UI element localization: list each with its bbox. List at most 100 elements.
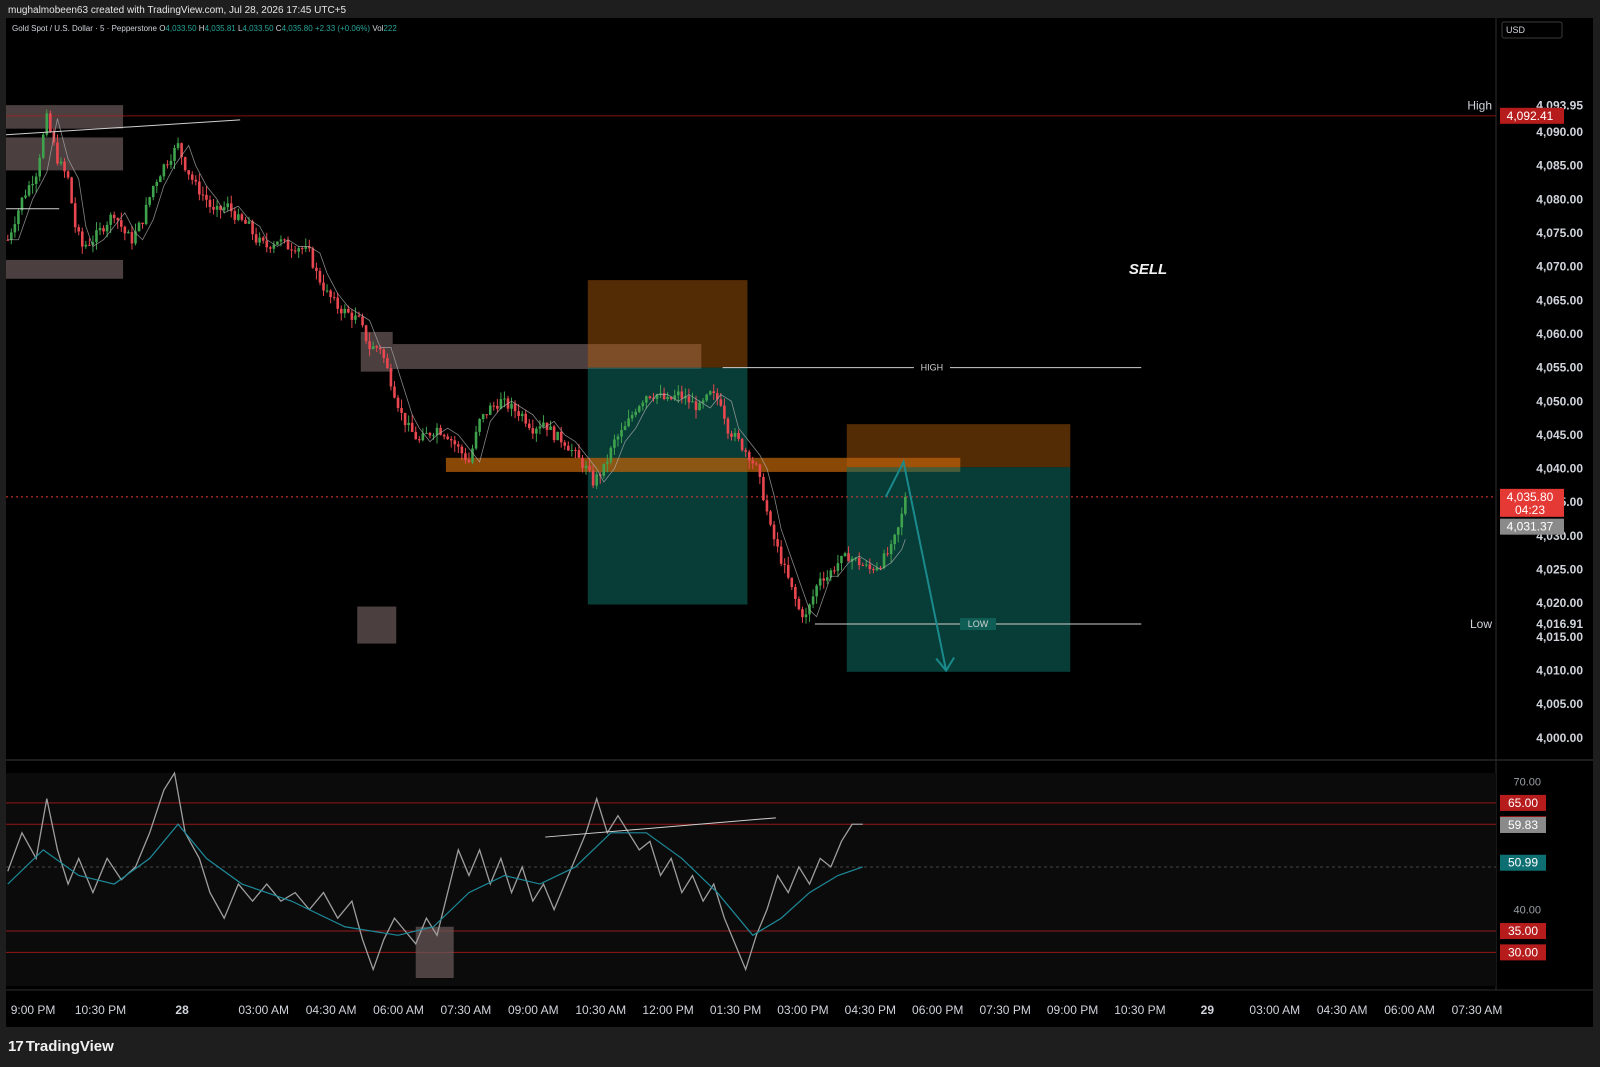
candle-body[interactable] bbox=[276, 241, 279, 245]
candle-body[interactable] bbox=[31, 183, 34, 186]
candle-body[interactable] bbox=[215, 205, 219, 210]
candle-body[interactable] bbox=[382, 349, 386, 358]
candle-body[interactable] bbox=[779, 546, 783, 564]
candle-body[interactable] bbox=[400, 407, 403, 413]
candle-body[interactable] bbox=[591, 470, 595, 486]
candle-body[interactable] bbox=[882, 553, 886, 568]
candle-body[interactable] bbox=[59, 161, 63, 164]
candle-body[interactable] bbox=[861, 565, 865, 567]
candle-body[interactable] bbox=[410, 422, 414, 432]
candle-body[interactable] bbox=[222, 207, 226, 211]
candle-body[interactable] bbox=[556, 431, 559, 441]
candle-body[interactable] bbox=[864, 564, 868, 566]
candle-body[interactable] bbox=[251, 221, 254, 235]
candle-body[interactable] bbox=[570, 449, 574, 451]
candle-body[interactable] bbox=[847, 553, 850, 562]
candle-body[interactable] bbox=[329, 290, 332, 298]
candle-body[interactable] bbox=[559, 431, 563, 443]
candle-body[interactable] bbox=[194, 179, 198, 182]
candle-body[interactable] bbox=[261, 237, 265, 241]
candle-body[interactable] bbox=[159, 176, 162, 183]
candle-body[interactable] bbox=[432, 435, 435, 437]
chart-frame[interactable]: HIGHLOWSELL 65.0060.0035.0030.0070.0040.… bbox=[6, 18, 1593, 1027]
candle-body[interactable] bbox=[439, 427, 442, 435]
candle-body[interactable] bbox=[84, 244, 88, 247]
candle-body[interactable] bbox=[822, 578, 826, 581]
candle-body[interactable] bbox=[676, 391, 680, 396]
candle-body[interactable] bbox=[446, 436, 449, 440]
candle-body[interactable] bbox=[886, 553, 889, 555]
candle-body[interactable] bbox=[403, 412, 407, 426]
candle-body[interactable] bbox=[24, 195, 27, 198]
candle-body[interactable] bbox=[801, 609, 804, 618]
candle-body[interactable] bbox=[17, 210, 20, 225]
candle-body[interactable] bbox=[609, 447, 613, 462]
candle-body[interactable] bbox=[825, 577, 829, 581]
candle-body[interactable] bbox=[588, 465, 591, 471]
candle-body[interactable] bbox=[602, 463, 606, 476]
candle-body[interactable] bbox=[815, 585, 818, 597]
candle-body[interactable] bbox=[70, 177, 73, 204]
candle-body[interactable] bbox=[73, 203, 77, 228]
candle-body[interactable] bbox=[818, 578, 822, 586]
candle-body[interactable] bbox=[368, 341, 371, 350]
candle-body[interactable] bbox=[524, 413, 528, 424]
candle-body[interactable] bbox=[623, 426, 627, 430]
candle-body[interactable] bbox=[833, 570, 836, 572]
candle-body[interactable] bbox=[102, 228, 105, 232]
candle-body[interactable] bbox=[27, 185, 31, 196]
candle-body[interactable] bbox=[552, 426, 556, 441]
rsi-zone[interactable] bbox=[415, 926, 454, 978]
candle-body[interactable] bbox=[95, 230, 98, 243]
candle-body[interactable] bbox=[804, 614, 808, 618]
candle-body[interactable] bbox=[407, 422, 410, 426]
candle-body[interactable] bbox=[109, 214, 112, 225]
candle-body[interactable] bbox=[336, 297, 340, 309]
candle-body[interactable] bbox=[641, 402, 645, 407]
candle-body[interactable] bbox=[396, 397, 400, 408]
candle-body[interactable] bbox=[141, 222, 144, 225]
candle-body[interactable] bbox=[393, 386, 396, 398]
candle-body[interactable] bbox=[783, 563, 787, 565]
candle-body[interactable] bbox=[620, 429, 623, 437]
candle-body[interactable] bbox=[467, 459, 471, 463]
candle-body[interactable] bbox=[542, 422, 545, 427]
candle-body[interactable] bbox=[627, 418, 630, 427]
candle-body[interactable] bbox=[343, 308, 347, 314]
candle-body[interactable] bbox=[212, 206, 215, 210]
candle-body[interactable] bbox=[414, 431, 418, 440]
candle-body[interactable] bbox=[457, 444, 460, 447]
candle-body[interactable] bbox=[357, 315, 361, 317]
candle-body[interactable] bbox=[840, 555, 843, 564]
candle-body[interactable] bbox=[244, 219, 247, 224]
candle-body[interactable] bbox=[843, 553, 847, 556]
candle-body[interactable] bbox=[325, 290, 329, 292]
candle-body[interactable] bbox=[648, 396, 652, 399]
candle-body[interactable] bbox=[531, 428, 535, 434]
candle-body[interactable] bbox=[726, 418, 730, 434]
candle-body[interactable] bbox=[34, 176, 38, 184]
candle-body[interactable] bbox=[290, 249, 293, 251]
candle-body[interactable] bbox=[386, 357, 389, 369]
candle-body[interactable] bbox=[464, 453, 467, 460]
candle-body[interactable] bbox=[371, 346, 375, 350]
candle-body[interactable] bbox=[517, 411, 520, 417]
candle-body[interactable] bbox=[339, 308, 343, 314]
candle-body[interactable] bbox=[474, 431, 478, 449]
candle-body[interactable] bbox=[460, 446, 464, 454]
candle-body[interactable] bbox=[293, 250, 297, 252]
candle-body[interactable] bbox=[354, 315, 357, 320]
candle-body[interactable] bbox=[574, 449, 577, 451]
candle-body[interactable] bbox=[112, 214, 116, 219]
candle-body[interactable] bbox=[581, 457, 584, 469]
candle-body[interactable] bbox=[442, 434, 446, 437]
candle-body[interactable] bbox=[868, 564, 872, 570]
candle-body[interactable] bbox=[577, 450, 581, 458]
candle-body[interactable] bbox=[453, 440, 457, 445]
candle-body[interactable] bbox=[662, 393, 666, 400]
candle-body[interactable] bbox=[389, 368, 393, 387]
candle-body[interactable] bbox=[584, 465, 588, 469]
zone-orange[interactable] bbox=[587, 280, 748, 368]
candle-body[interactable] bbox=[49, 113, 52, 132]
candle-body[interactable] bbox=[297, 248, 300, 252]
